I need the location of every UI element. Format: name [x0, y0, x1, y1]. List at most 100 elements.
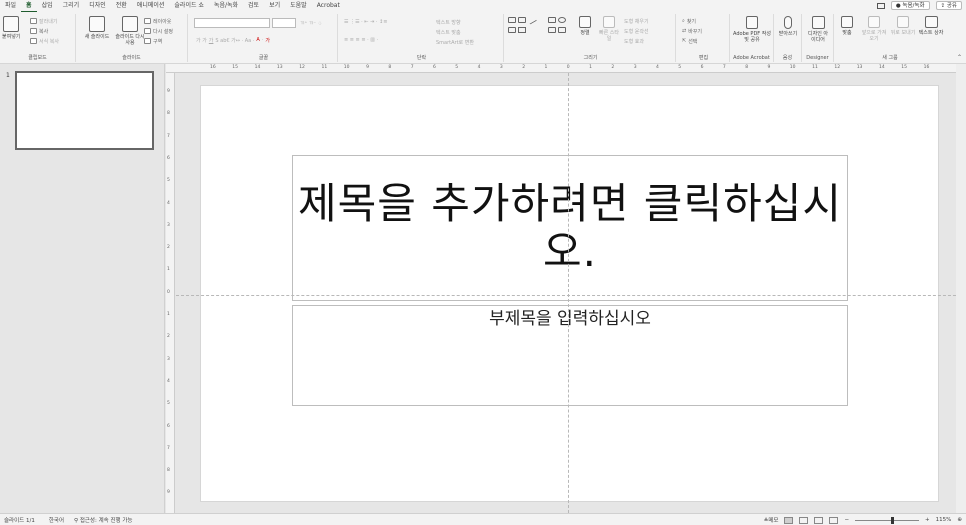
horizontal-guide[interactable] [176, 295, 966, 296]
ruler-tick: 10 [343, 65, 350, 70]
group-paragraph: ☰ ⋮☰ · ⇤ ⇥ · ↕≡ ≡ ≡ ≡ ≡ · ▥ · 텍스트 방향 텍스트… [340, 14, 504, 62]
shape-outline-button[interactable]: 도형 윤곽선 [624, 27, 649, 35]
format-painter-button[interactable]: 서식 복사 [30, 37, 59, 45]
slide[interactable]: 제목을 추가하려면 클릭하십시오. 부제목을 입력하십시오 [200, 85, 939, 502]
tab-draw[interactable]: 그리기 [58, 0, 85, 12]
zoom-in-icon[interactable]: + [925, 517, 930, 523]
zoom-out-icon[interactable]: − [844, 517, 849, 523]
zoom-slider[interactable] [855, 516, 920, 524]
create-pdf-button[interactable]: Adobe PDF 작성 및 공유 [732, 16, 772, 43]
title-placeholder[interactable]: 제목을 추가하려면 클릭하십시오. [292, 155, 848, 301]
vertical-guide[interactable] [568, 73, 569, 513]
font-size-select[interactable] [272, 18, 296, 28]
designer-button[interactable]: 디자인 아이디어 [806, 16, 830, 43]
comment-icon[interactable] [876, 2, 885, 9]
textbox-button[interactable]: 텍스트 상자 [918, 16, 944, 36]
reuse-slide-icon [122, 16, 138, 32]
bring-front-icon [868, 16, 880, 28]
reuse-slide-button[interactable]: 슬라이드 다시 사용 [114, 16, 146, 46]
new-slide-label: 새 슬라이드 [84, 34, 110, 40]
tab-record[interactable]: 녹음/녹화 [209, 0, 243, 12]
reading-view-icon[interactable] [814, 516, 824, 524]
font-size-buttons[interactable]: ㄲ⁺ ㄲ⁻ ♢ [300, 19, 322, 27]
dictate-button[interactable]: 받아쓰기 [778, 16, 798, 37]
smartart-label: SmartArt로 변환 [436, 39, 474, 46]
arrange-button[interactable]: 정렬 [576, 16, 594, 36]
ruler-tick: 7 [167, 445, 170, 451]
zoom-level[interactable]: 115% [936, 517, 952, 523]
collapse-ribbon-icon[interactable]: ⌃ [957, 54, 962, 61]
normal-view-icon[interactable] [784, 516, 794, 524]
tab-help[interactable]: 도움말 [285, 0, 312, 12]
slide-sorter-icon[interactable] [799, 516, 809, 524]
shape-fill-button[interactable]: 도형 채우기 [624, 17, 649, 25]
group-font: ㄲ⁺ ㄲ⁻ ♢ 가 가 가 S ab€ 가↔ · Aa · A · 가 글꼴 [190, 14, 338, 62]
tab-review[interactable]: 검토 [243, 0, 264, 12]
notes-label: 메모 [768, 518, 779, 524]
find-button[interactable]: ⌕ 찾기 [682, 17, 696, 25]
slideshow-icon[interactable] [829, 516, 839, 524]
replace-label: 바꾸기 [688, 28, 703, 35]
reset-button[interactable]: 다시 설정 [144, 27, 173, 35]
align-buttons[interactable]: ≡ ≡ ≡ ≡ · ▥ · [344, 36, 378, 44]
tab-slideshow[interactable]: 슬라이드 쇼 [169, 0, 209, 12]
group-drawing: 정렬 빠른 스타일 도형 채우기 도형 윤곽선 도형 효과 그리기 [506, 14, 676, 62]
bring-front-label: 앞으로 가져오기 [861, 30, 887, 42]
tab-home[interactable]: 홈 [21, 0, 37, 12]
record-button[interactable]: ● 녹음/녹화 [890, 1, 930, 10]
accessibility-status[interactable]: ⚲ 접근성: 계속 진행 가능 [74, 516, 132, 524]
font-style-buttons[interactable]: 가 가 가 S ab€ 가↔ · Aa · A · 가 [196, 36, 270, 44]
tab-acrobat[interactable]: Acrobat [312, 0, 345, 12]
paste-button[interactable]: 붙여넣기 [2, 16, 20, 40]
align-button[interactable]: 맞춤 [838, 16, 856, 36]
microphone-icon [784, 16, 792, 29]
subtitle-placeholder[interactable]: 부제목을 입력하십시오 [292, 305, 848, 406]
section-button[interactable]: 구역 [144, 37, 162, 45]
tab-design[interactable]: 디자인 [84, 0, 111, 12]
status-bar: 슬라이드 1/1 한국어 ⚲ 접근성: 계속 진행 가능 ≙메모 − + 115… [0, 513, 966, 525]
cut-button[interactable]: 잘라내기 [30, 17, 57, 25]
tab-animations[interactable]: 애니메이션 [132, 0, 170, 12]
slide-thumbnail[interactable] [15, 71, 154, 150]
copy-label: 복사 [39, 28, 49, 35]
zoom-slider-thumb[interactable] [891, 516, 895, 524]
send-back-button[interactable]: 뒤로 보내기 [890, 16, 916, 36]
tab-transitions[interactable]: 전환 [111, 0, 132, 12]
text-direction-button[interactable]: 텍스트 방향 [436, 18, 461, 26]
new-slide-button[interactable]: 새 슬라이드 [80, 16, 114, 40]
accessibility-label: 접근성: 계속 진행 가능 [79, 517, 133, 524]
notes-button[interactable]: ≙메모 [764, 516, 779, 524]
vertical-ruler[interactable]: 9 8 7 6 5 4 3 2 1 0 1 2 3 4 5 6 7 8 9 [166, 73, 175, 513]
quick-styles-button[interactable]: 빠른 스타일 [598, 16, 620, 42]
ruler-tick: 8 [167, 111, 170, 117]
copy-icon [30, 28, 37, 34]
layout-button[interactable]: 레이아웃 [144, 17, 171, 25]
align-text-button[interactable]: 텍스트 맞춤 [436, 28, 461, 36]
tab-insert[interactable]: 삽입 [37, 0, 58, 12]
format-painter-label: 서식 복사 [39, 38, 59, 45]
horizontal-ruler[interactable]: 16 15 14 13 12 11 10 9 8 7 6 5 4 3 2 1 0 1 2 3 4 5 6 7 8 9 10 11 12 1… [166, 64, 956, 73]
copy-button[interactable]: 복사 [30, 27, 48, 35]
font-family-select[interactable] [194, 18, 270, 28]
ruler-tick: 0 [167, 289, 170, 295]
replace-button[interactable]: ⇄ 바꾸기 [682, 27, 702, 35]
select-button[interactable]: ⇱ 선택 [682, 37, 697, 45]
align-label: 맞춤 [842, 30, 852, 36]
shape-gallery[interactable] [508, 15, 572, 47]
ruler-tick: 9 [167, 89, 170, 94]
tab-view[interactable]: 보기 [264, 0, 285, 12]
list-buttons[interactable]: ☰ ⋮☰ · ⇤ ⇥ · ↕≡ [344, 18, 387, 26]
shape-brace-icon [558, 27, 566, 33]
reset-icon [144, 28, 151, 34]
tab-file[interactable]: 파일 [0, 0, 21, 12]
cut-label: 잘라내기 [39, 18, 58, 25]
vertical-scrollbar[interactable] [956, 64, 966, 513]
smartart-button[interactable]: SmartArt로 변환 [436, 38, 474, 46]
share-button[interactable]: ⇪ 공유 [935, 1, 962, 10]
select-label: 선택 [688, 38, 698, 45]
language-indicator[interactable]: 한국어 [49, 516, 64, 524]
bring-front-button[interactable]: 앞으로 가져오기 [860, 16, 888, 42]
shape-effects-button[interactable]: 도형 효과 [624, 37, 644, 45]
ruler-tick: 13 [276, 65, 283, 70]
fit-slide-icon[interactable]: ⊕ [957, 517, 962, 523]
